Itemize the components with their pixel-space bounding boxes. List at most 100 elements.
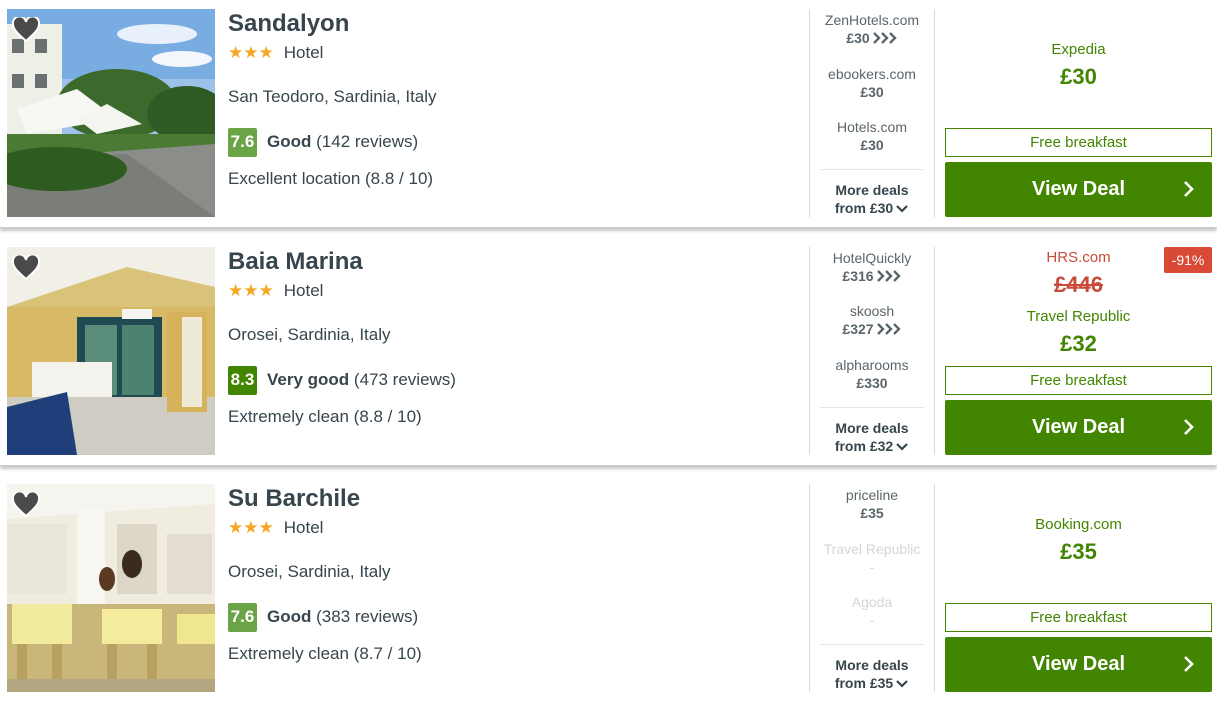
favorite-heart-icon[interactable] [11,253,41,281]
deal-partner: Booking.com [1035,516,1122,533]
hotel-location[interactable]: Orosei, Sardinia, Italy [228,325,798,345]
alt-price: £30 [860,137,884,153]
favorite-heart-icon[interactable] [11,15,41,43]
hotel-info: Sandalyon ★★★ Hotel San Teodoro, Sardini… [228,9,798,189]
hotel-name[interactable]: Sandalyon [228,9,798,39]
hotel-results-list: Sandalyon ★★★ Hotel San Teodoro, Sardini… [0,0,1217,701]
more-deals-price: from £30 [834,200,894,216]
hotel-category: ★★★ Hotel [228,280,798,302]
view-deal-label: View Deal [1031,178,1126,200]
view-deal-button[interactable]: View Deal [945,400,1212,455]
more-deals-link[interactable]: More deals from £32 [812,419,932,456]
alt-provider: Hotels.com [836,119,908,135]
deal-price[interactable]: £35 [945,539,1212,565]
property-type: Hotel [283,281,324,300]
chevron-right-icon [1183,180,1195,204]
alt-price: - [869,612,875,628]
divider [820,407,924,408]
more-deals-link[interactable]: More deals from £30 [812,181,932,218]
free-breakfast-tag: Free breakfast [945,366,1212,395]
more-deals-label: More deals [835,657,909,673]
star-rating-icon: ★★★ [228,43,274,62]
divider [934,247,935,455]
chevron-down-icon [895,200,909,218]
divider [934,9,935,217]
review-count: (473 reviews) [353,370,456,389]
alt-deal[interactable]: skoosh £327 [812,302,932,339]
hotel-info: Baia Marina ★★★ Hotel Orosei, Sardinia, … [228,247,798,427]
triple-chevron-right-icon [876,321,902,339]
original-deal-price: £446 [1054,272,1103,297]
alternative-deals: priceline £35 Travel Republic - Agoda - … [812,484,932,692]
triple-chevron-right-icon [872,30,898,48]
hotel-name[interactable]: Baia Marina [228,247,798,277]
deal-partner: Expedia [1051,41,1106,58]
hotel-info: Su Barchile ★★★ Hotel Orosei, Sardinia, … [228,484,798,664]
star-rating-icon: ★★★ [228,518,274,537]
rating-score-badge: 7.6 [228,127,257,157]
alt-price: £316 [842,268,874,284]
alt-provider: priceline [845,487,899,503]
divider [809,484,810,692]
review-count: (142 reviews) [316,132,419,151]
rating-text: Very good (473 reviews) [267,370,456,390]
divider [820,644,924,645]
alt-deal[interactable]: ebookers.com £30 [812,65,932,101]
hotel-rating[interactable]: 7.6 Good (383 reviews) [228,602,798,632]
free-breakfast-tag: Free breakfast [945,603,1212,632]
hotel-name[interactable]: Su Barchile [228,484,798,514]
alt-price: £330 [856,375,888,391]
main-deal: HRS.com £446 -91% Travel Republic £32 Fr… [945,247,1212,455]
sub-rating: Extremely clean (8.8 / 10) [228,407,422,426]
alt-provider: skoosh [849,303,895,319]
divider [934,484,935,692]
alt-deal[interactable]: priceline £35 [812,486,932,522]
more-deals-price: from £35 [834,675,894,691]
hotel-location[interactable]: San Teodoro, Sardinia, Italy [228,87,798,107]
alt-deal[interactable]: HotelQuickly £316 [812,249,932,286]
alt-price: - [869,559,875,575]
more-deals-link[interactable]: More deals from £35 [812,656,932,693]
alt-price: £30 [860,84,884,100]
rating-word: Very good [267,370,350,389]
alt-provider: Travel Republic [823,541,921,557]
alt-deal[interactable]: Hotels.com £30 [812,118,932,154]
alt-provider: ebookers.com [828,66,916,82]
deal-price[interactable]: £30 [945,64,1212,90]
hotel-location[interactable]: Orosei, Sardinia, Italy [228,562,798,582]
alt-deal[interactable]: ZenHotels.com £30 [812,11,932,48]
sub-rating: Excellent location (8.8 / 10) [228,169,434,188]
chevron-down-icon [895,675,909,693]
alt-provider: HotelQuickly [832,250,912,266]
rating-word: Good [267,607,312,626]
discount-badge: -91% [1164,247,1212,273]
rating-text: Good (383 reviews) [267,607,418,627]
deal-price[interactable]: £32 [945,331,1212,357]
alt-deal[interactable]: alpharooms £330 [812,356,932,392]
alt-provider: Agoda [851,594,893,610]
main-deal: Expedia £30 Free breakfast View Deal [945,9,1212,217]
rating-word: Good [267,132,312,151]
sub-rating: Extremely clean (8.7 / 10) [228,644,422,663]
main-deal: Booking.com £35 Free breakfast View Deal [945,484,1212,692]
alt-provider: ZenHotels.com [824,12,920,28]
star-rating-icon: ★★★ [228,281,274,300]
favorite-heart-icon[interactable] [11,490,41,518]
divider [809,9,810,217]
view-deal-button[interactable]: View Deal [945,637,1212,692]
triple-chevron-right-icon [876,268,902,286]
deal-partner: Travel Republic [1026,308,1131,325]
alt-deal: Agoda - [812,593,932,629]
more-deals-price: from £32 [834,438,894,454]
property-type: Hotel [283,518,324,537]
view-deal-label: View Deal [1031,653,1126,675]
alt-price: £327 [842,321,874,337]
alt-provider: alpharooms [835,357,909,373]
hotel-rating[interactable]: 8.3 Very good (473 reviews) [228,365,798,395]
chevron-down-icon [895,438,909,456]
hotel-rating[interactable]: 7.6 Good (142 reviews) [228,127,798,157]
view-deal-button[interactable]: View Deal [945,162,1212,217]
chevron-right-icon [1183,418,1195,442]
alt-price: £30 [846,30,870,46]
alternative-deals: ZenHotels.com £30 ebookers.com £30 Hotel… [812,9,932,217]
